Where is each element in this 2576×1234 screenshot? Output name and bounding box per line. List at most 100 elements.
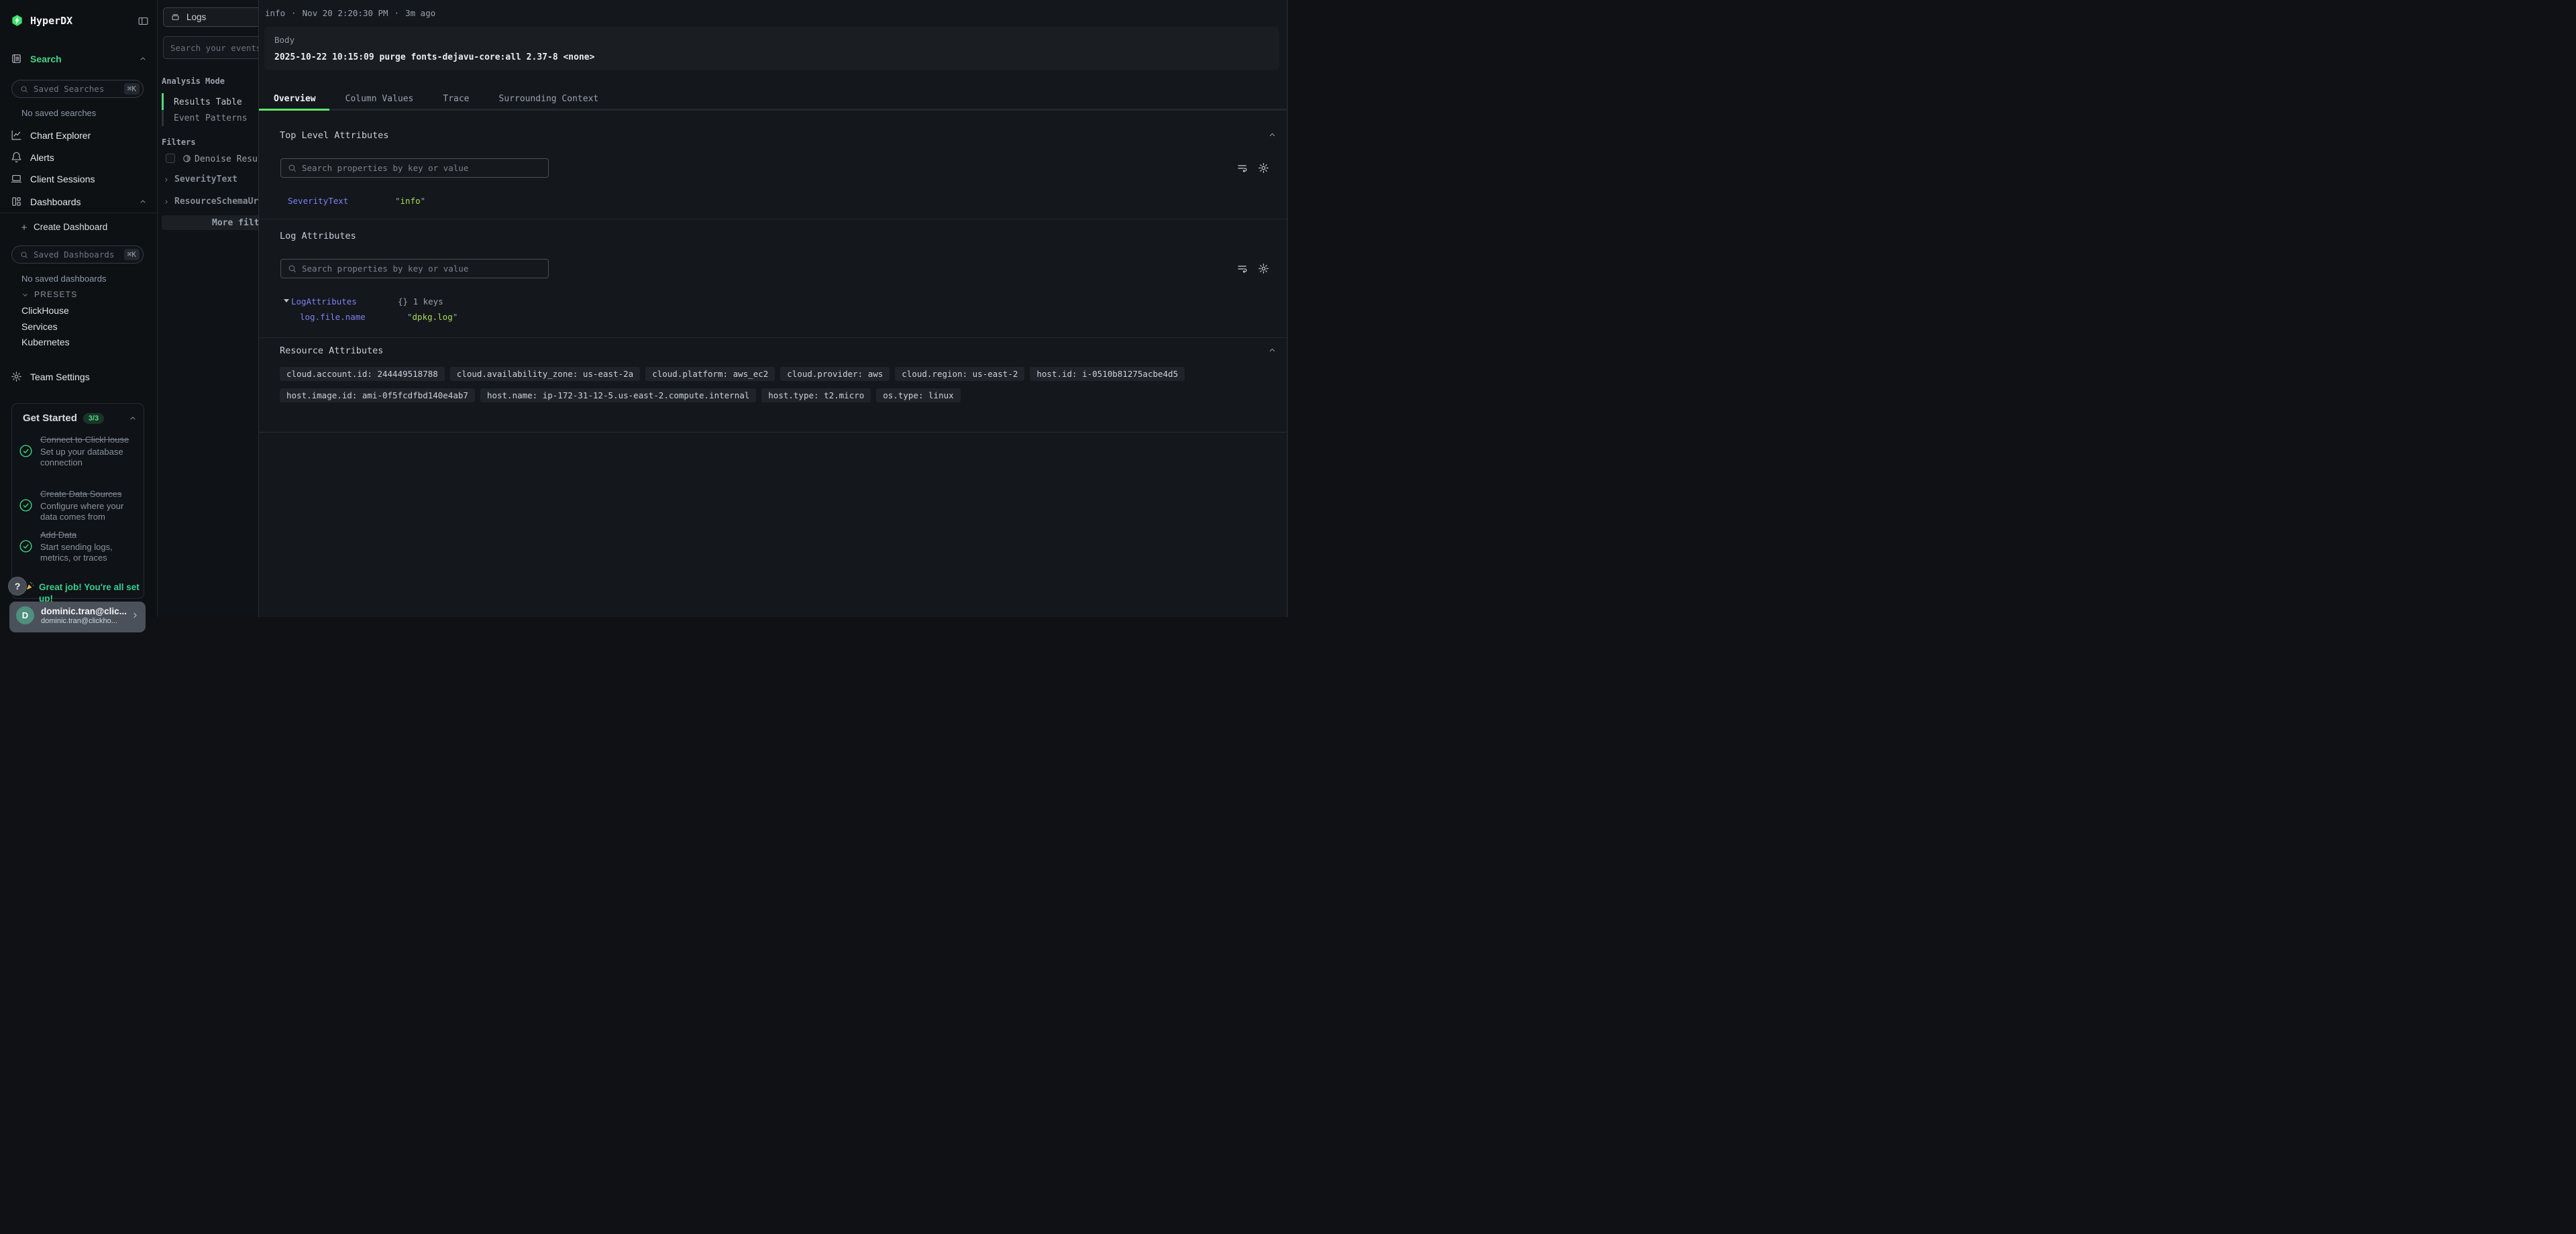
resource-attribute-chip[interactable]: cloud.provider: aws [780, 367, 890, 381]
preset-kubernetes[interactable]: Kubernetes [21, 337, 70, 347]
tab-surrounding-context[interactable]: Surrounding Context [484, 89, 614, 109]
attribute-meta: {} 1 keys [398, 296, 443, 306]
get-started-progress-badge: 3/3 [83, 413, 104, 424]
presets-toggle[interactable]: PRESETS [21, 290, 77, 299]
top-level-search-placeholder: Search properties by key or value [302, 163, 468, 173]
create-dashboard-label: Create Dashboard [34, 222, 107, 232]
sidebar-item-client-sessions[interactable]: Client Sessions [11, 173, 95, 184]
sidebar-item-team-settings[interactable]: Team Settings [11, 371, 90, 382]
saved-searches-input[interactable]: Saved Searches ⌘K [11, 80, 144, 98]
attribute-key[interactable]: LogAttributes [291, 296, 398, 306]
presets-label: PRESETS [34, 290, 77, 299]
body-label: Body [274, 35, 1269, 45]
no-saved-dashboards-text: No saved dashboards [21, 274, 106, 284]
section-title-resource-attributes: Resource Attributes [280, 345, 383, 356]
resource-attribute-chip[interactable]: cloud.account.id: 244449518788 [280, 367, 445, 381]
tab-trace[interactable]: Trace [428, 89, 484, 109]
denoise-checkbox[interactable] [166, 154, 175, 163]
plus-icon [20, 223, 28, 231]
filters-label: Filters [162, 137, 196, 147]
event-header: info · Nov 20 2:20:30 PM · 3m ago [265, 8, 435, 18]
analysis-mode-track [162, 93, 164, 126]
search-icon [20, 251, 28, 259]
resource-attribute-chip[interactable]: cloud.region: us-east-2 [895, 367, 1024, 381]
chevron-right-icon [163, 199, 170, 205]
analysis-mode-active-bar [162, 93, 164, 110]
attribute-value[interactable]: info [395, 196, 425, 206]
check-circle-icon [19, 498, 33, 512]
user-email: dominic.tran@clickho... [41, 617, 127, 626]
attribute-key[interactable]: log.file.name [300, 312, 407, 322]
user-menu[interactable]: D dominic.tran@clic... dominic.tran@clic… [9, 602, 146, 632]
log-attributes-search-input[interactable]: Search properties by key or value [280, 259, 549, 278]
gear-icon[interactable] [1258, 263, 1269, 274]
denoise-label[interactable]: Denoise Results [195, 154, 258, 164]
bell-icon [11, 152, 22, 163]
mode-results-table[interactable]: Results Table [174, 97, 242, 107]
step-description: Configure where your data comes from [40, 501, 140, 522]
laptop-icon [11, 173, 22, 184]
sidebar-item-label: Search [30, 54, 62, 64]
search-icon [20, 85, 28, 93]
get-started-step-sources[interactable]: Create Data Sources Configure where your… [19, 488, 140, 522]
avatar: D [16, 606, 34, 624]
preset-services[interactable]: Services [21, 321, 58, 332]
app-title: HyperDX [30, 15, 72, 27]
resource-attribute-chip[interactable]: cloud.availability_zone: us-east-2a [450, 367, 640, 381]
body-card: Body 2025-10-22 10:15:09 purge fonts-dej… [264, 27, 1279, 70]
shortcut-badge: ⌘K [124, 249, 140, 260]
wrap-text-icon[interactable] [1237, 264, 1248, 274]
filter-group-label: SeverityText [174, 174, 237, 184]
get-started-header[interactable]: Get Started 3/3 [23, 412, 137, 424]
resource-attribute-chip[interactable]: host.type: t2.micro [761, 388, 871, 402]
attribute-tree-root: LogAttributes {} 1 keys [284, 296, 443, 306]
chevron-up-icon[interactable] [1268, 346, 1277, 355]
tab-column-values[interactable]: Column Values [331, 89, 429, 109]
sidebar: HyperDX Search Saved Searches ⌘K No save… [0, 0, 158, 617]
log-attributes-search-placeholder: Search properties by key or value [302, 264, 468, 274]
no-saved-searches-text: No saved searches [21, 108, 96, 118]
filter-group-label: ResourceSchemaUrl [174, 197, 264, 207]
sidebar-collapse-button[interactable] [138, 15, 149, 27]
top-level-search-input[interactable]: Search properties by key or value [280, 158, 549, 178]
get-started-step-add-data[interactable]: Add Data Start sending logs, metrics, or… [19, 529, 140, 563]
scrollbar-track[interactable] [1287, 0, 1288, 617]
sidebar-item-label: Alerts [30, 152, 54, 163]
sidebar-item-search[interactable]: Search [11, 53, 147, 64]
sidebar-item-label: Dashboards [30, 197, 81, 207]
saved-dashboards-placeholder: Saved Dashboards [34, 249, 119, 260]
tab-overview[interactable]: Overview [259, 89, 331, 109]
section-divider [259, 337, 1288, 338]
gear-icon[interactable] [1258, 162, 1269, 174]
saved-dashboards-input[interactable]: Saved Dashboards ⌘K [11, 245, 144, 264]
sidebar-item-alerts[interactable]: Alerts [11, 152, 54, 163]
resource-attribute-chip[interactable]: host.image.id: ami-0f5fcdfbd140e4ab7 [280, 388, 475, 402]
resource-attribute-chip[interactable]: host.name: ip-172-31-12-5.us-east-2.comp… [480, 388, 756, 402]
attribute-key[interactable]: SeverityText [288, 196, 395, 206]
get-started-card: Get Started 3/3 Connect to ClickHouse Se… [11, 403, 144, 599]
attribute-row: log.file.name dpkg.log [300, 312, 458, 322]
resource-attribute-chip[interactable]: os.type: linux [876, 388, 960, 402]
get-started-step-connect[interactable]: Connect to ClickHouse Set up your databa… [19, 434, 140, 467]
wrap-text-icon[interactable] [1237, 163, 1248, 174]
search-icon [288, 264, 297, 273]
sidebar-item-label: Chart Explorer [30, 130, 91, 141]
triangle-down-icon[interactable] [284, 299, 289, 302]
sidebar-item-chart-explorer[interactable]: Chart Explorer [11, 129, 91, 141]
event-timestamp: Nov 20 2:20:30 PM [303, 8, 388, 18]
sidebar-item-dashboards[interactable]: Dashboards [11, 196, 147, 207]
attribute-value[interactable]: dpkg.log [407, 312, 458, 322]
section-title-log-attributes: Log Attributes [280, 231, 356, 241]
filter-group-resourceschemaurl[interactable]: ResourceSchemaUrl [163, 197, 264, 207]
sidebar-item-label: Team Settings [30, 372, 90, 382]
resource-attribute-chip[interactable]: cloud.platform: aws_ec2 [645, 367, 775, 381]
mode-event-patterns[interactable]: Event Patterns [174, 113, 248, 123]
resource-attribute-chip[interactable]: host.id: i-0510b81275acbe4d5 [1030, 367, 1185, 381]
search-nav-icon [11, 53, 22, 64]
chevron-up-icon[interactable] [1268, 131, 1277, 139]
create-dashboard-button[interactable]: Create Dashboard [20, 222, 107, 232]
preset-clickhouse[interactable]: ClickHouse [21, 305, 69, 316]
body-content: 2025-10-22 10:15:09 purge fonts-dejavu-c… [274, 52, 1269, 62]
help-button[interactable]: ? [8, 577, 27, 596]
filter-group-severitytext[interactable]: SeverityText [163, 174, 237, 184]
